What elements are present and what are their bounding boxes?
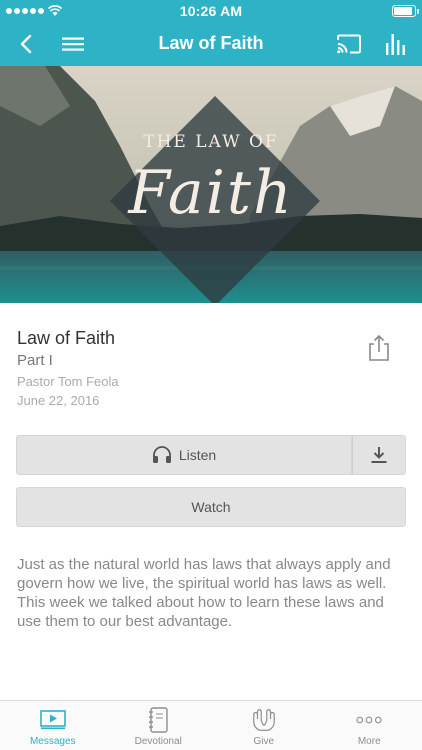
navigation-bar: Law of Faith [0, 22, 422, 66]
status-time: 10:26 AM [179, 3, 243, 19]
tab-messages[interactable]: Messages [0, 701, 106, 750]
tab-label: Give [253, 736, 275, 747]
message-speaker: Pastor Tom Feola [17, 374, 119, 389]
audio-bars-button[interactable] [382, 30, 410, 58]
tab-more[interactable]: More [317, 701, 422, 750]
watch-label: Watch [191, 499, 231, 515]
share-icon [369, 334, 389, 361]
battery-icon [392, 5, 419, 17]
artwork-title-script: Faith [128, 158, 294, 228]
message-description: Just as the natural world has laws that … [17, 556, 391, 630]
listen-button[interactable]: Listen [16, 435, 352, 475]
hands-icon [251, 708, 277, 732]
more-dots-icon [356, 708, 382, 732]
sermon-artwork: THE LAW OF Faith [0, 66, 422, 303]
tab-give[interactable]: Give [211, 701, 317, 750]
equalizer-icon [386, 34, 405, 55]
notebook-icon [145, 707, 171, 733]
download-button[interactable] [352, 435, 406, 475]
message-part: Part I [17, 352, 53, 369]
video-icon [39, 708, 66, 732]
artwork-title-line: THE LAW OF [143, 132, 279, 152]
tab-label: More [357, 736, 381, 747]
headphones-icon [152, 446, 171, 463]
tab-label: Messages [29, 736, 76, 747]
share-button[interactable] [366, 334, 392, 362]
message-title: Law of Faith [17, 328, 116, 348]
message-date: June 22, 2016 [17, 393, 100, 408]
cast-button[interactable] [335, 30, 363, 58]
cast-icon [337, 34, 361, 54]
tab-label: Devotional [134, 736, 182, 747]
download-icon [371, 447, 387, 463]
tab-devotional[interactable]: Devotional [106, 701, 212, 750]
watch-button[interactable]: Watch [16, 487, 406, 527]
listen-label: Listen [178, 447, 217, 463]
tab-bar: Messages Devotional Give More [0, 700, 422, 750]
status-bar: 10:26 AM [0, 0, 422, 22]
